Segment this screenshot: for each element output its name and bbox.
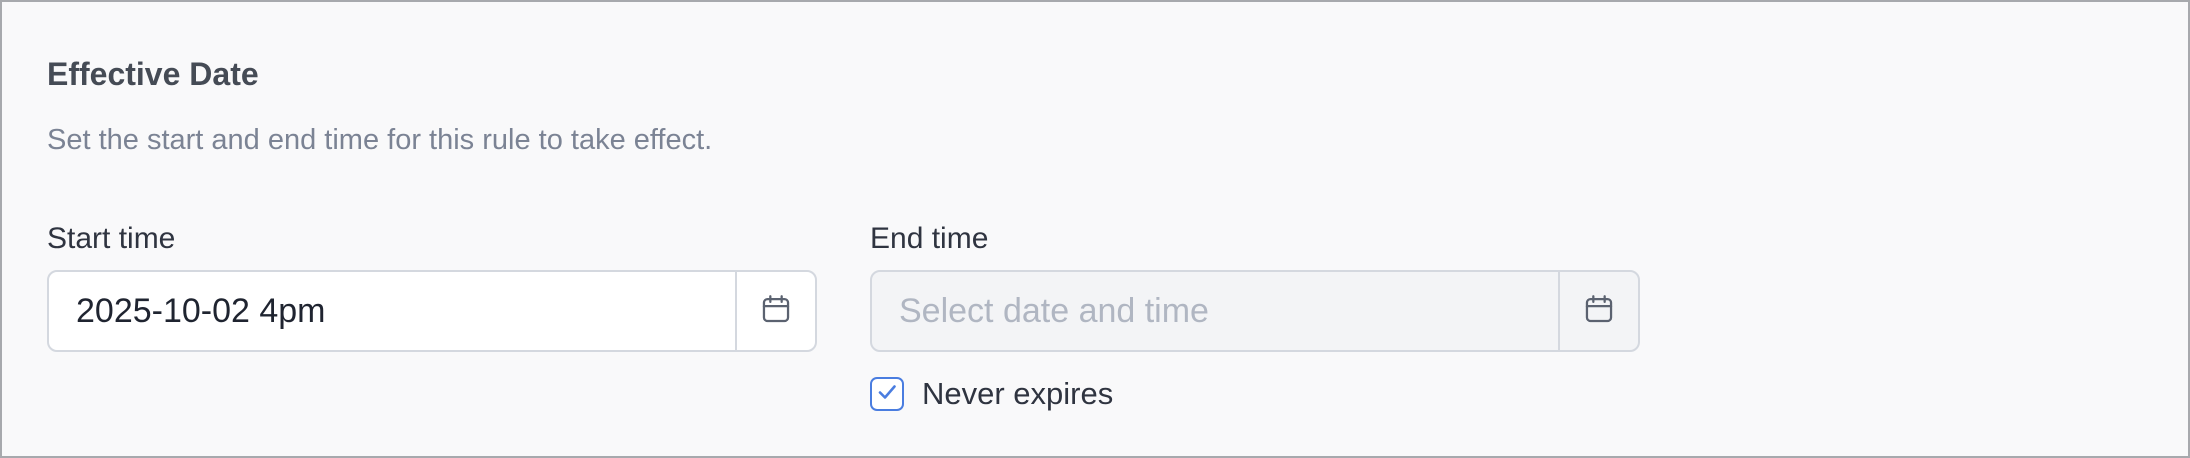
- start-time-field: [47, 270, 817, 352]
- never-expires-label[interactable]: Never expires: [922, 375, 1113, 413]
- never-expires-row: Never expires: [870, 374, 1113, 414]
- start-time-input[interactable]: [49, 272, 735, 350]
- end-time-calendar-button[interactable]: [1558, 272, 1638, 350]
- check-icon: [875, 380, 899, 409]
- calendar-icon: [759, 292, 793, 331]
- section-description: Set the start and end time for this rule…: [47, 124, 713, 156]
- never-expires-checkbox[interactable]: [870, 377, 904, 411]
- start-time-calendar-button[interactable]: [735, 272, 815, 350]
- calendar-icon: [1582, 292, 1616, 331]
- end-time-input[interactable]: [872, 272, 1558, 350]
- end-time-label: End time: [870, 222, 989, 255]
- end-time-field: [870, 270, 1640, 352]
- effective-date-panel: Effective Date Set the start and end tim…: [0, 0, 2190, 458]
- start-time-label: Start time: [47, 222, 176, 255]
- section-title: Effective Date: [47, 56, 259, 92]
